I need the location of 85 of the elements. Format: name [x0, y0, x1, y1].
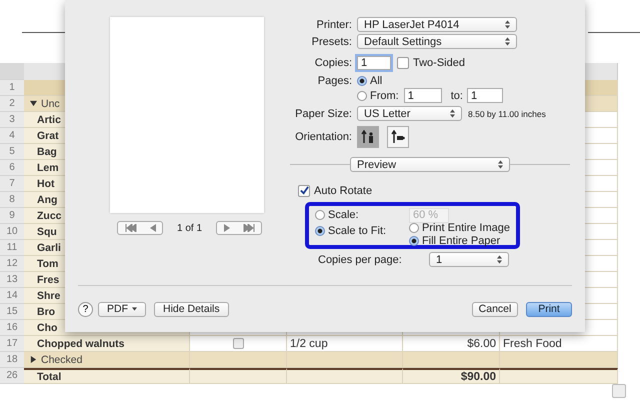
- disclosure-triangle-icon[interactable]: [30, 356, 37, 363]
- caret-icon: [132, 307, 137, 311]
- checkbox[interactable]: [397, 56, 409, 68]
- stepper-arrows-icon: [497, 255, 502, 264]
- disclosure-triangle-icon[interactable]: [30, 100, 37, 107]
- next-last-buttons[interactable]: [216, 221, 262, 235]
- stepper-arrows-icon: [505, 37, 510, 46]
- radio-button[interactable]: [315, 226, 325, 236]
- row-number: 2: [0, 96, 24, 112]
- row-number: 26: [0, 368, 24, 384]
- checkbox-label: Auto Rotate: [314, 184, 372, 196]
- resize-handle[interactable]: [612, 384, 626, 398]
- radio-label: From:: [370, 90, 399, 102]
- portrait-button[interactable]: [357, 126, 379, 148]
- group-label: Checked: [41, 354, 82, 366]
- presets-popup[interactable]: Default Settings: [357, 34, 517, 49]
- table-cell: Fresh Food: [500, 336, 618, 352]
- row-number: 4: [0, 128, 24, 144]
- radio-button[interactable]: [408, 236, 419, 246]
- checkbox[interactable]: [298, 184, 310, 196]
- field-label: Copies:: [314, 56, 352, 68]
- radio-button[interactable]: [408, 223, 419, 233]
- radio-label: Fill Entire Paper: [422, 235, 500, 247]
- from-field[interactable]: 1: [404, 88, 442, 103]
- previous-page-icon[interactable]: [150, 224, 156, 232]
- landscape-button[interactable]: [387, 126, 409, 148]
- first-page-icon[interactable]: [124, 224, 136, 232]
- pdf-menu-button[interactable]: PDF: [98, 302, 146, 316]
- row-number: 11: [0, 240, 24, 256]
- radio-button[interactable]: [357, 90, 367, 100]
- row-number: 12: [0, 256, 24, 272]
- stepper-arrows-icon: [498, 160, 503, 169]
- radio-label: All: [370, 74, 382, 86]
- radio-label: Scale:: [328, 209, 359, 221]
- checkbox-label: Two-Sided: [413, 56, 465, 68]
- row-number: 13: [0, 272, 24, 288]
- radio-label: Scale to Fit:: [328, 225, 386, 237]
- row-number: 16: [0, 320, 24, 336]
- printer-popup[interactable]: HP LaserJet P4014: [357, 17, 517, 32]
- table-cell: Chopped walnuts: [24, 336, 190, 352]
- first-previous-buttons[interactable]: [117, 221, 163, 235]
- row-number: 9: [0, 208, 24, 224]
- field-label: Printer:: [316, 18, 352, 30]
- row-number: 15: [0, 304, 24, 320]
- table-cell: $6.00: [403, 336, 500, 352]
- copies-per-page-popup[interactable]: 1: [429, 252, 509, 267]
- group-label: Unc: [41, 98, 60, 110]
- row-number: 8: [0, 192, 24, 208]
- radio-label: Print Entire Image: [422, 222, 510, 234]
- row-number: 17: [0, 336, 24, 352]
- portrait-icon: [361, 130, 375, 144]
- field-label: Pages:: [316, 74, 352, 86]
- stepper-arrows-icon: [450, 109, 455, 118]
- to-field[interactable]: 1: [466, 88, 503, 103]
- field-label: Paper Size:: [294, 108, 352, 120]
- field-label: to:: [450, 90, 463, 102]
- row-number: 3: [0, 112, 24, 128]
- last-page-icon[interactable]: [242, 224, 255, 232]
- cancel-button[interactable]: Cancel: [472, 302, 518, 316]
- stepper-arrows-icon: [505, 20, 510, 29]
- help-button[interactable]: ?: [78, 302, 93, 316]
- radio-button[interactable]: [315, 210, 325, 220]
- radio-button[interactable]: [357, 76, 367, 86]
- field-label: Copies per page:: [318, 254, 403, 266]
- row-number: 6: [0, 160, 24, 176]
- row-number: 1: [0, 80, 24, 96]
- checkbox[interactable]: [232, 338, 244, 349]
- field-label: Orientation:: [294, 131, 352, 143]
- total-label: Total: [24, 368, 190, 384]
- section-popup[interactable]: Preview: [350, 157, 510, 172]
- copies-field[interactable]: 1: [357, 56, 391, 70]
- print-button[interactable]: Print: [526, 302, 572, 316]
- paper-dimensions: 8.50 by 11.00 inches: [468, 108, 546, 118]
- row-number: 18: [0, 352, 24, 368]
- table-cell: $90.00: [403, 368, 500, 384]
- row-number: 7: [0, 176, 24, 192]
- row-number: 10: [0, 224, 24, 240]
- row-number: 14: [0, 288, 24, 304]
- hide-details-button[interactable]: Hide Details: [154, 302, 229, 316]
- landscape-icon: [391, 130, 405, 144]
- field-label: Presets:: [310, 36, 352, 48]
- paper-size-popup[interactable]: US Letter: [357, 106, 462, 121]
- next-page-icon[interactable]: [224, 224, 230, 232]
- row-number: 5: [0, 144, 24, 160]
- table-cell: 1/2 cup: [287, 336, 403, 352]
